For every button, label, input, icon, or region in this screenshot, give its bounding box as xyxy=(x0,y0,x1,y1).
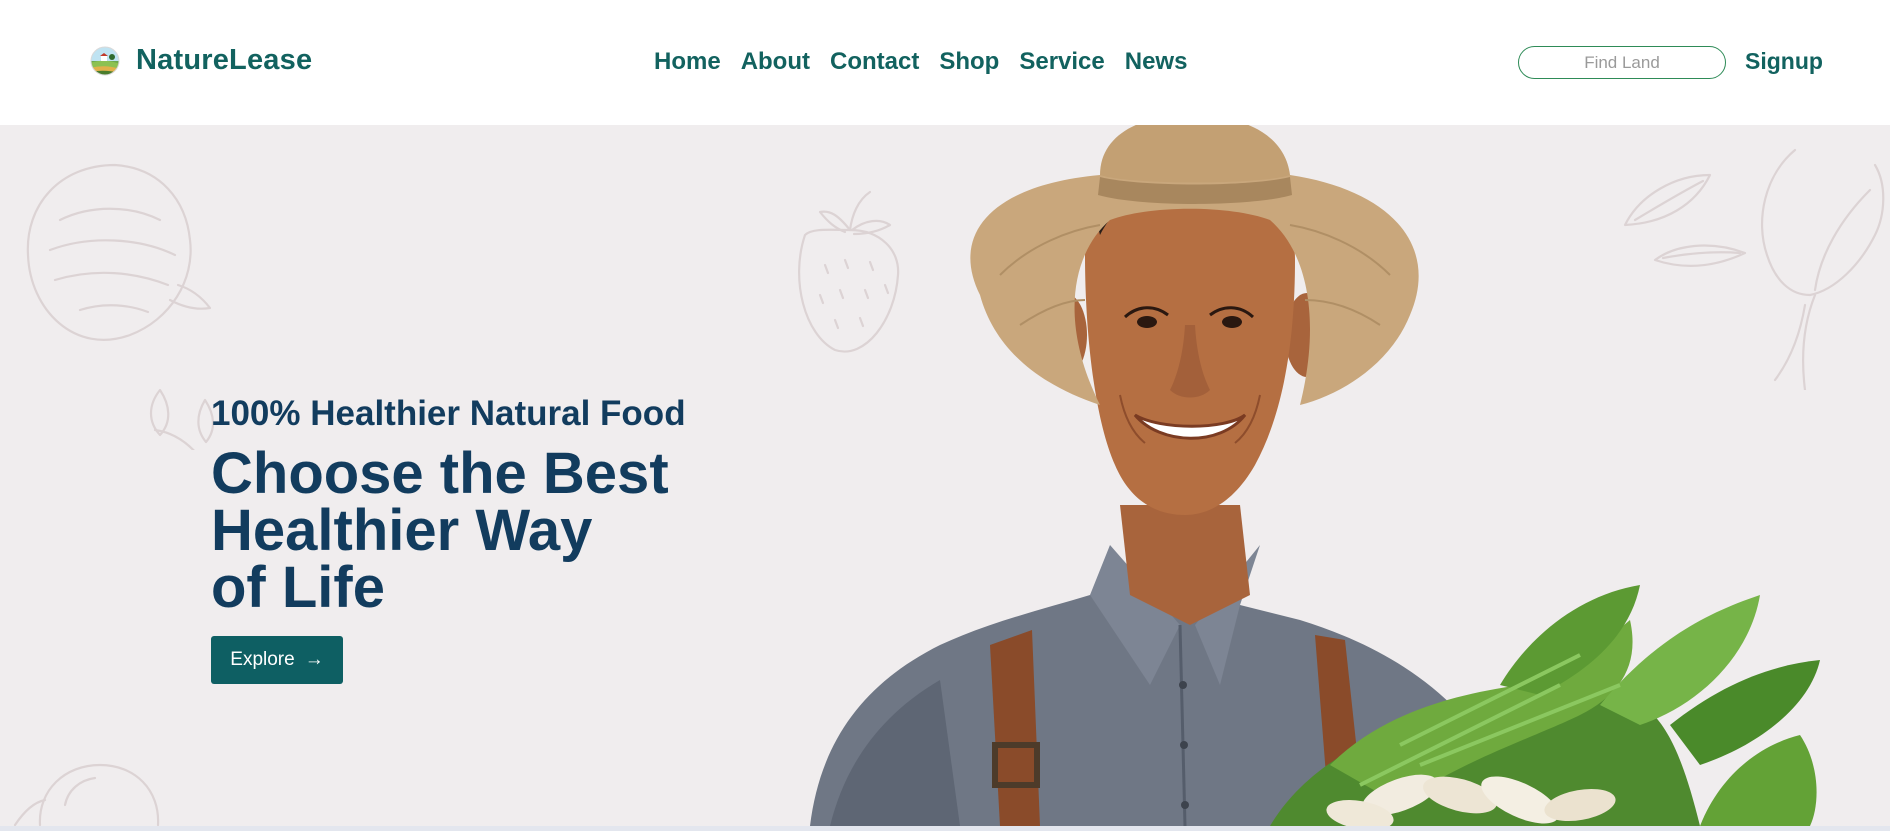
explore-button[interactable]: Explore → xyxy=(211,636,343,684)
headline-line-3: of Life xyxy=(211,555,385,620)
nav-link-service[interactable]: Service xyxy=(1019,48,1104,75)
root-vegetable-doodle-icon xyxy=(13,763,160,826)
main-nav: Home About Contact Shop Service News xyxy=(654,48,1187,76)
nav-link-contact[interactable]: Contact xyxy=(830,48,919,75)
nav-item-service: Service xyxy=(1019,48,1104,76)
hero-subtitle: 100% Healthier Natural Food xyxy=(211,394,686,433)
nav-link-shop[interactable]: Shop xyxy=(939,48,999,75)
farmer-photo xyxy=(810,125,1820,826)
farm-globe-logo-icon xyxy=(90,46,120,75)
hero-bottom-divider xyxy=(0,826,1890,831)
nav-item-about: About xyxy=(741,48,810,76)
nav-link-news[interactable]: News xyxy=(1125,48,1188,75)
hero-section: 100% Healthier Natural Food Choose the B… xyxy=(0,125,1890,826)
headline-line-2: Healthier Way xyxy=(211,498,593,563)
onion-doodle-icon xyxy=(26,163,215,450)
hero-headline: Choose the Best Healthier Way of Life xyxy=(211,441,686,620)
hero-text-block: 100% Healthier Natural Food Choose the B… xyxy=(211,393,686,620)
find-land-search-input[interactable] xyxy=(1518,46,1726,79)
headline-line-1: Choose the Best xyxy=(211,441,669,506)
nav-link-home[interactable]: Home xyxy=(654,48,721,75)
nav-item-news: News xyxy=(1125,48,1188,76)
arrow-right-icon: → xyxy=(304,649,324,670)
explore-button-label: Explore xyxy=(230,649,295,670)
signup-link[interactable]: Signup xyxy=(1745,48,1823,75)
nav-link-about[interactable]: About xyxy=(741,48,810,75)
brand[interactable]: NatureLease xyxy=(90,44,312,77)
brand-name: NatureLease xyxy=(136,44,313,76)
nav-item-shop: Shop xyxy=(939,48,999,76)
nav-item-home: Home xyxy=(654,48,721,76)
site-header: NatureLease Home About Contact Shop Serv… xyxy=(0,0,1890,125)
nav-item-contact: Contact xyxy=(830,48,919,76)
